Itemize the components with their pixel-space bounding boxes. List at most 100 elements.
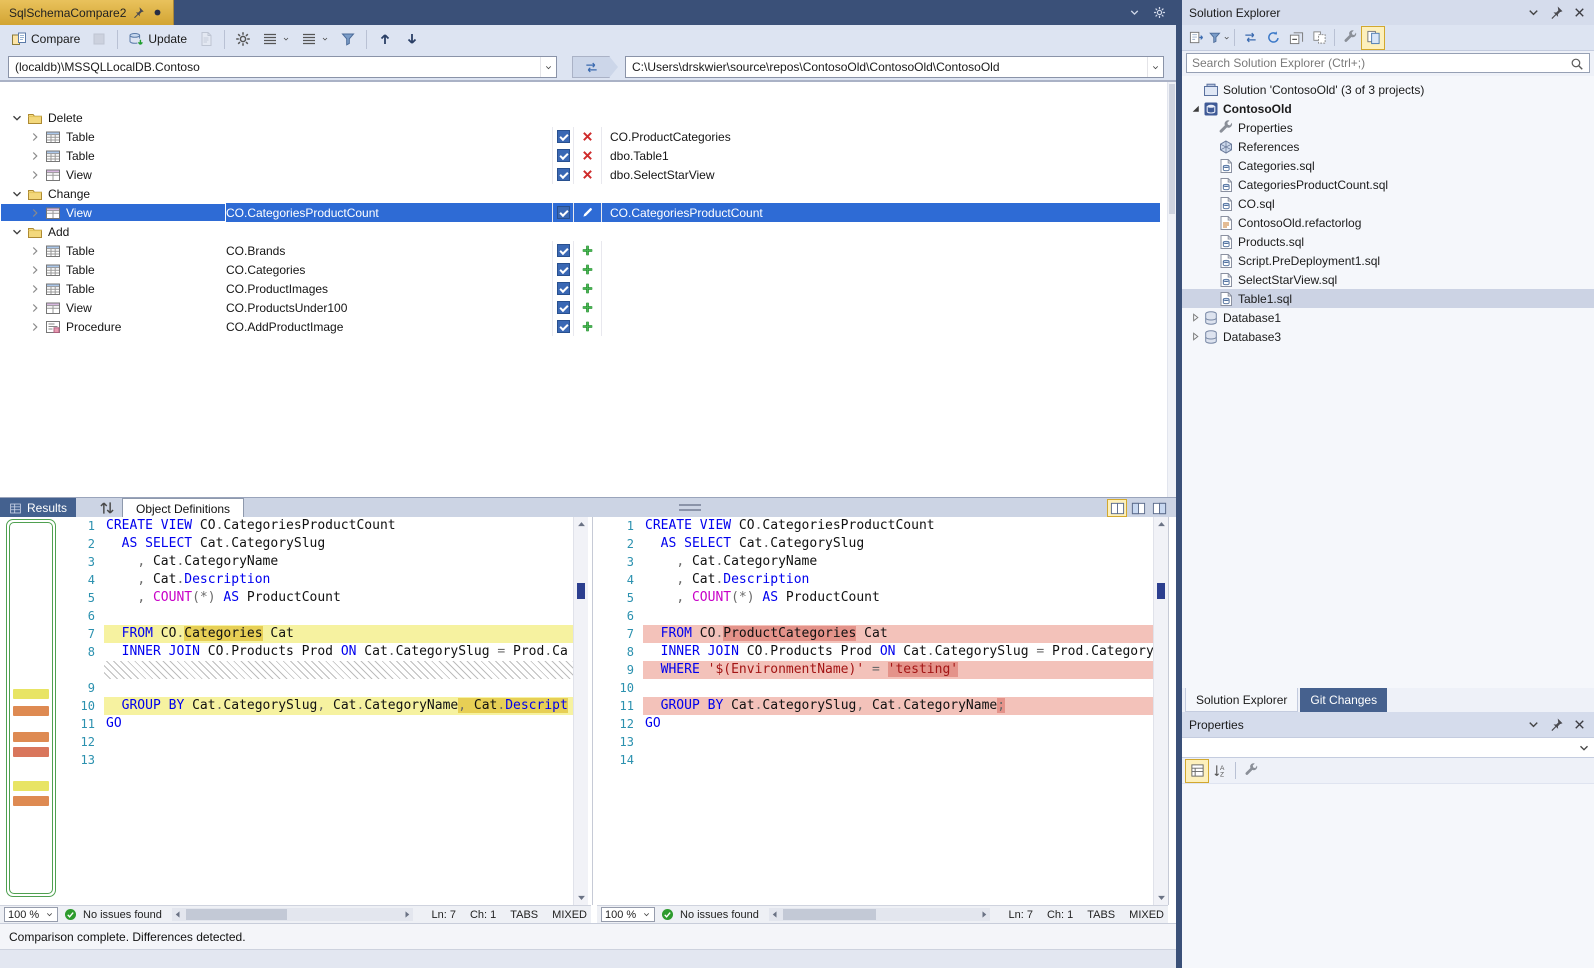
- target-connection-combo[interactable]: C:\Users\drskwier\source\repos\ContosoOl…: [625, 56, 1164, 78]
- include-checkbox[interactable]: [557, 320, 570, 333]
- target-vertical-scrollbar[interactable]: [1153, 517, 1168, 905]
- funnel-filter-button[interactable]: [335, 28, 361, 51]
- target-only-view-button[interactable]: [1150, 500, 1168, 516]
- tool-tab-git-changes[interactable]: Git Changes: [1300, 688, 1387, 712]
- code-line[interactable]: [104, 679, 573, 697]
- code-line[interactable]: , COUNT(*) AS ProductCount: [104, 589, 573, 607]
- filter-button[interactable]: [1208, 27, 1230, 49]
- tab-list-chevron-icon[interactable]: [1128, 6, 1141, 19]
- code-line[interactable]: , COUNT(*) AS ProductCount: [643, 589, 1153, 607]
- preview-selected-items-button[interactable]: [1362, 27, 1384, 49]
- search-icon[interactable]: [1570, 57, 1584, 71]
- code-line[interactable]: [104, 751, 573, 769]
- diff-mark[interactable]: [13, 747, 49, 757]
- scroll-down-icon[interactable]: [1155, 891, 1168, 904]
- code-line[interactable]: , Cat.CategoryName: [104, 553, 573, 571]
- property-pages-button[interactable]: [1240, 760, 1262, 782]
- sync-with-active-document-button[interactable]: [1239, 27, 1261, 49]
- diff-mark[interactable]: [13, 732, 49, 742]
- code-line[interactable]: INNER JOIN CO.Products Prod ON Cat.Categ…: [104, 643, 573, 661]
- expand-row-icon[interactable]: [28, 130, 42, 144]
- tool-tab-solution-explorer[interactable]: Solution Explorer: [1185, 688, 1298, 712]
- code-line[interactable]: [643, 733, 1153, 751]
- code-line[interactable]: [643, 751, 1153, 769]
- window-menu-chevron-icon[interactable]: [1526, 5, 1541, 20]
- show-all-files-button[interactable]: [1308, 27, 1330, 49]
- compare-row-co.categoriesproductcount[interactable]: ViewCO.CategoriesProductCountCO.Categori…: [0, 203, 1160, 222]
- group-results-button[interactable]: [257, 28, 295, 51]
- properties-object-combo[interactable]: [1182, 737, 1594, 758]
- include-checkbox[interactable]: [557, 130, 570, 143]
- scrollbar-thumb[interactable]: [186, 909, 287, 920]
- code-line[interactable]: [104, 733, 573, 751]
- switch-views-button[interactable]: [1185, 27, 1207, 49]
- tree-item-contosoold[interactable]: ContosoOld: [1182, 99, 1594, 118]
- scroll-right-icon[interactable]: [401, 908, 413, 921]
- scroll-right-icon[interactable]: [978, 908, 990, 921]
- expand-icon[interactable]: [1188, 329, 1203, 344]
- scroll-left-icon[interactable]: [172, 908, 184, 921]
- sort-icon[interactable]: [98, 499, 116, 517]
- compare-row-co.productimages[interactable]: TableCO.ProductImages: [0, 279, 1160, 298]
- expand-row-icon[interactable]: [28, 320, 42, 334]
- target-definition-editor[interactable]: 1CREATE VIEW CO.CategoriesProductCount2 …: [597, 517, 1153, 905]
- zoom-combo[interactable]: 100 %: [4, 907, 58, 922]
- code-line[interactable]: [643, 679, 1153, 697]
- include-checkbox[interactable]: [557, 301, 570, 314]
- gear-icon[interactable]: [1153, 6, 1166, 19]
- code-line[interactable]: [104, 607, 573, 625]
- diff-mark[interactable]: [13, 796, 49, 806]
- compare-button[interactable]: Compare: [6, 28, 85, 51]
- source-only-view-button[interactable]: [1129, 500, 1147, 516]
- diff-mark[interactable]: [13, 706, 49, 716]
- group-row-delete[interactable]: Delete: [0, 108, 1160, 127]
- tree-item-categoriesproductcount-sql[interactable]: CategoriesProductCount.sql: [1182, 175, 1594, 194]
- compare-row-co.brands[interactable]: TableCO.Brands: [0, 241, 1160, 260]
- tree-item-script-predeployment1-sql[interactable]: Script.PreDeployment1.sql: [1182, 251, 1594, 270]
- filter-results-button[interactable]: [296, 28, 334, 51]
- tree-item-categories-sql[interactable]: Categories.sql: [1182, 156, 1594, 175]
- diff-mark[interactable]: [13, 689, 49, 699]
- code-line[interactable]: FROM CO.Categories Cat: [104, 625, 573, 643]
- pin-icon[interactable]: [132, 6, 145, 19]
- code-line[interactable]: AS SELECT Cat.CategorySlug: [104, 535, 573, 553]
- code-line[interactable]: GO: [104, 715, 573, 733]
- close-icon[interactable]: [1572, 5, 1587, 20]
- code-line[interactable]: CREATE VIEW CO.CategoriesProductCount: [104, 517, 573, 535]
- code-line[interactable]: INNER JOIN CO.Products Prod ON Cat.Categ…: [643, 643, 1153, 661]
- tree-item-contosoold-refactorlog[interactable]: ContosoOld.refactorlog: [1182, 213, 1594, 232]
- scroll-up-icon[interactable]: [575, 518, 588, 531]
- tree-item-references[interactable]: References: [1182, 137, 1594, 156]
- modified-dot-icon[interactable]: [151, 6, 164, 19]
- include-checkbox[interactable]: [557, 149, 570, 162]
- zoom-combo[interactable]: 100 %: [601, 907, 655, 922]
- expand-row-icon[interactable]: [28, 244, 42, 258]
- horizontal-scrollbar[interactable]: [769, 908, 991, 921]
- expand-row-icon[interactable]: [28, 301, 42, 315]
- include-checkbox[interactable]: [557, 282, 570, 295]
- compare-row-dbo.selectstarview[interactable]: Viewdbo.SelectStarView: [0, 165, 1160, 184]
- tree-item-selectstarview-sql[interactable]: SelectStarView.sql: [1182, 270, 1594, 289]
- alphabetical-button[interactable]: AZ: [1209, 760, 1231, 782]
- code-line[interactable]: , Cat.CategoryName: [643, 553, 1153, 571]
- refresh-button[interactable]: [1262, 27, 1284, 49]
- code-line[interactable]: , Cat.Description: [104, 571, 573, 589]
- expand-row-icon[interactable]: [28, 149, 42, 163]
- scrollbar-thumb[interactable]: [783, 909, 876, 920]
- horizontal-scrollbar[interactable]: [172, 908, 414, 921]
- tree-item-properties[interactable]: Properties: [1182, 118, 1594, 137]
- source-vertical-scrollbar[interactable]: [573, 517, 588, 905]
- splitter-grip[interactable]: [679, 504, 701, 511]
- source-connection-combo[interactable]: (localdb)\MSSQLLocalDB.Contoso: [8, 56, 557, 78]
- tree-item-solution-contosoold-3-of-3-projects-[interactable]: Solution 'ContosoOld' (3 of 3 projects): [1182, 80, 1594, 99]
- code-line[interactable]: WHERE '$(EnvironmentName)' = 'testing': [643, 661, 1153, 679]
- search-input[interactable]: [1186, 53, 1590, 73]
- tree-item-table1-sql[interactable]: Table1.sql: [1182, 289, 1594, 308]
- expand-row-icon[interactable]: [28, 168, 42, 182]
- next-difference-button[interactable]: [399, 28, 425, 51]
- pin-icon[interactable]: [1549, 5, 1564, 20]
- group-row-change[interactable]: Change: [0, 184, 1160, 203]
- expand-row-icon[interactable]: [28, 206, 42, 220]
- code-line[interactable]: FROM CO.ProductCategories Cat: [643, 625, 1153, 643]
- code-line[interactable]: AS SELECT Cat.CategorySlug: [643, 535, 1153, 553]
